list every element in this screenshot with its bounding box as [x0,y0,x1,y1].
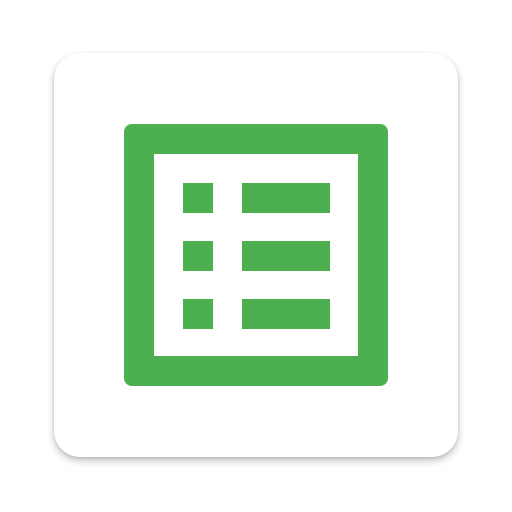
bullet-row-3 [183,299,213,329]
list-form-glyph [124,124,388,386]
line-row-3 [242,299,330,329]
bullet-row-2 [183,241,213,271]
line-row-2 [242,241,330,271]
line-row-1 [242,183,330,213]
bullet-row-1 [183,183,213,213]
launcher-icon-canvas [0,0,512,512]
list-form-icon [124,124,388,386]
